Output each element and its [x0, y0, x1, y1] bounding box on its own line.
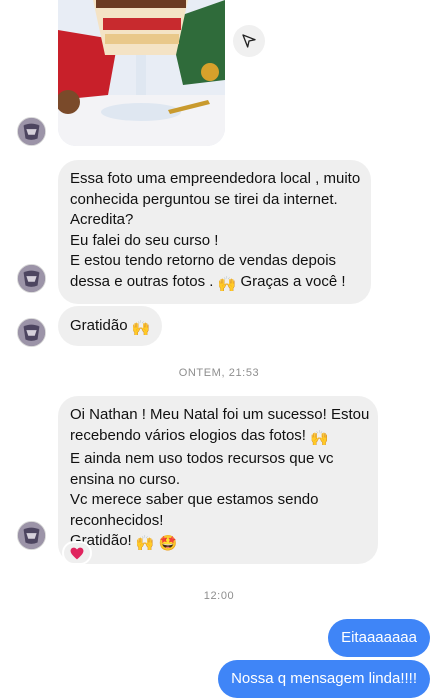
- message-text: recebendo vários elogios das fotos!: [70, 426, 306, 444]
- message-line: Oi Nathan ! Meu Natal foi um sucesso! Es…: [70, 406, 370, 423]
- share-icon: [242, 34, 256, 48]
- message-line: ensina no curso.: [70, 470, 181, 488]
- avatar[interactable]: [17, 318, 46, 347]
- timestamp: 12:00: [203, 590, 235, 602]
- raising-hands-emoji: 🙌: [131, 320, 151, 337]
- message-line: reconhecidos!: [70, 511, 164, 529]
- message-line: Essa foto uma empreendedora local , muit…: [70, 170, 361, 187]
- message-line: conhecida perguntou se tirei da internet…: [70, 190, 338, 208]
- timestamp: ONTEM, 21:53: [178, 367, 260, 379]
- incoming-message[interactable]: Essa foto uma empreendedora local , muit…: [58, 160, 371, 304]
- avatar-image: [18, 118, 45, 145]
- avatar-image: [18, 522, 45, 549]
- raising-hands-emoji: 🙌: [217, 275, 237, 293]
- incoming-message[interactable]: Gratidão 🙌: [58, 306, 163, 346]
- message-text: Gratidão: [70, 317, 128, 334]
- avatar-image: [18, 265, 45, 292]
- heart-reaction[interactable]: [62, 541, 92, 565]
- message-line: recebendo vários elogios das fotos! 🙌: [70, 426, 366, 450]
- incoming-message[interactable]: Oi Nathan ! Meu Natal foi um sucesso! Es…: [58, 396, 378, 564]
- heart-icon: [70, 547, 84, 559]
- message-line: Acredita?: [70, 211, 134, 228]
- outgoing-message[interactable]: Nossa q mensagem linda!!!!: [218, 660, 430, 698]
- avatar[interactable]: [17, 117, 46, 146]
- shared-photo[interactable]: [58, 0, 225, 146]
- message-line: E ainda nem uso todos recursos que vc: [70, 450, 334, 467]
- raising-hands-emoji: 🙌: [310, 429, 329, 447]
- avatar-image: [18, 319, 45, 346]
- avatar[interactable]: [17, 264, 46, 293]
- avatar[interactable]: [17, 521, 46, 550]
- grinning-star-eyes-emoji: 🤩: [158, 535, 178, 552]
- dessert-photo-image: [58, 0, 225, 146]
- message-line: dessa e outras fotos . 🙌 Graças a você !: [70, 272, 359, 296]
- share-button[interactable]: [233, 25, 265, 57]
- message-line: Vc merece saber que estamos sendo: [70, 491, 319, 508]
- message-line: E estou tendo retorno de vendas depois: [70, 252, 337, 269]
- message-text: dessa e outras fotos .: [70, 272, 214, 290]
- message-line: Eu falei do seu curso !: [70, 231, 219, 249]
- message-line: Gratidão! 🙌 🤩: [70, 531, 366, 555]
- raising-hands-emoji: 🙌: [135, 535, 155, 552]
- message-text: Graças a você !: [240, 272, 346, 290]
- outgoing-message[interactable]: Eitaaaaaaa: [328, 619, 430, 657]
